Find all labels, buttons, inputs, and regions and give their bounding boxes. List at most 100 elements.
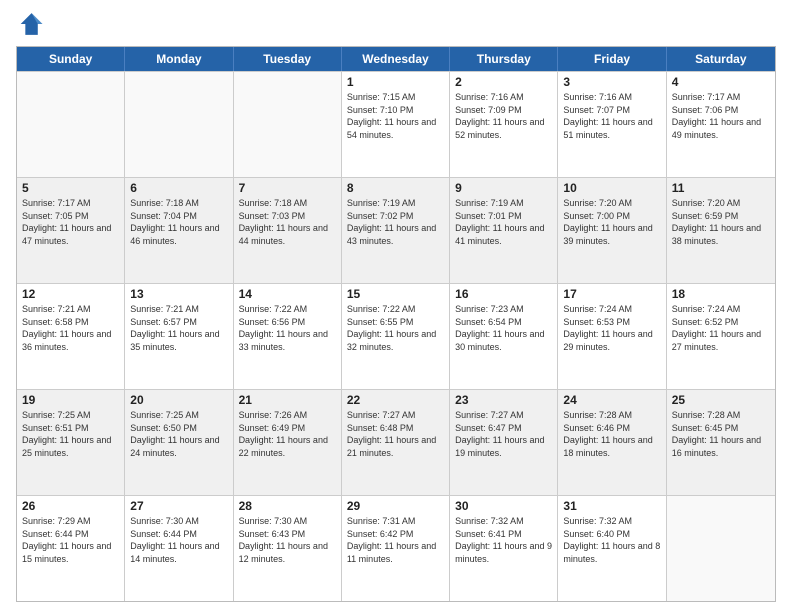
cell-info: Sunrise: 7:22 AM Sunset: 6:55 PM Dayligh… [347, 303, 444, 353]
cell-info: Sunrise: 7:19 AM Sunset: 7:01 PM Dayligh… [455, 197, 552, 247]
day-number: 30 [455, 499, 552, 513]
calendar-cell-5: 5 Sunrise: 7:17 AM Sunset: 7:05 PM Daylig… [17, 178, 125, 283]
cell-info: Sunrise: 7:24 AM Sunset: 6:52 PM Dayligh… [672, 303, 770, 353]
calendar-header: SundayMondayTuesdayWednesdayThursdayFrid… [17, 47, 775, 71]
calendar-cell-empty-0-0 [17, 72, 125, 177]
day-number: 2 [455, 75, 552, 89]
cell-info: Sunrise: 7:32 AM Sunset: 6:41 PM Dayligh… [455, 515, 552, 565]
day-number: 25 [672, 393, 770, 407]
calendar-cell-9: 9Sunrise: 7:19 AM Sunset: 7:01 PM Daylig… [450, 178, 558, 283]
calendar-cell-4: 4Sunrise: 7:17 AM Sunset: 7:06 PM Daylig… [667, 72, 775, 177]
day-number: 12 [22, 287, 119, 301]
cell-info: Sunrise: 7:30 AM Sunset: 6:44 PM Dayligh… [130, 515, 227, 565]
calendar-cell-19: 19Sunrise: 7:25 AM Sunset: 6:51 PM Dayli… [17, 390, 125, 495]
calendar-body: 1Sunrise: 7:15 AM Sunset: 7:10 PM Daylig… [17, 71, 775, 601]
calendar-cell-3: 3Sunrise: 7:16 AM Sunset: 7:07 PM Daylig… [558, 72, 666, 177]
cell-info: Sunrise: 7:16 AM Sunset: 7:09 PM Dayligh… [455, 91, 552, 141]
calendar-cell-17: 17 Sunrise: 7:24 AM Sunset: 6:53 PM Dayli… [558, 284, 666, 389]
cell-info: Sunrise: 7:21 AM Sunset: 6:58 PM Dayligh… [22, 303, 119, 353]
calendar-cell-30: 30 Sunrise: 7:32 AM Sunset: 6:41 PM Dayli… [450, 496, 558, 601]
cell-info: Sunrise: 7:25 AM Sunset: 6:50 PM Dayligh… [130, 409, 227, 459]
day-number: 15 [347, 287, 444, 301]
day-number: 17 [563, 287, 660, 301]
cell-info: Sunrise: 7:16 AM Sunset: 7:07 PM Dayligh… [563, 91, 660, 141]
calendar-cell-26: 26 Sunrise: 7:29 AM Sunset: 6:44 PM Dayli… [17, 496, 125, 601]
day-number: 8 [347, 181, 444, 195]
day-number: 11 [672, 181, 770, 195]
calendar-row-5: 26 Sunrise: 7:29 AM Sunset: 6:44 PM Dayli… [17, 495, 775, 601]
calendar-cell-20: 20 Sunrise: 7:25 AM Sunset: 6:50 PM Dayli… [125, 390, 233, 495]
weekday-header-saturday: Saturday [667, 47, 775, 71]
calendar: SundayMondayTuesdayWednesdayThursdayFrid… [16, 46, 776, 602]
calendar-cell-11: 11 Sunrise: 7:20 AM Sunset: 6:59 PM Dayli… [667, 178, 775, 283]
cell-info: Sunrise: 7:28 AM Sunset: 6:45 PM Dayligh… [672, 409, 770, 459]
calendar-cell-10: 10 Sunrise: 7:20 AM Sunset: 7:00 PM Dayli… [558, 178, 666, 283]
cell-info: Sunrise: 7:18 AM Sunset: 7:04 PM Dayligh… [130, 197, 227, 247]
day-number: 22 [347, 393, 444, 407]
weekday-header-sunday: Sunday [17, 47, 125, 71]
calendar-cell-29: 29 Sunrise: 7:31 AM Sunset: 6:42 PM Dayli… [342, 496, 450, 601]
day-number: 20 [130, 393, 227, 407]
calendar-cell-12: 12 Sunrise: 7:21 AM Sunset: 6:58 PM Dayli… [17, 284, 125, 389]
cell-info: Sunrise: 7:17 AM Sunset: 7:05 PM Dayligh… [22, 197, 119, 247]
calendar-cell-6: 6Sunrise: 7:18 AM Sunset: 7:04 PM Daylig… [125, 178, 233, 283]
cell-info: Sunrise: 7:20 AM Sunset: 6:59 PM Dayligh… [672, 197, 770, 247]
calendar-cell-empty-0-2 [234, 72, 342, 177]
weekday-header-thursday: Thursday [450, 47, 558, 71]
cell-info: Sunrise: 7:25 AM Sunset: 6:51 PM Dayligh… [22, 409, 119, 459]
calendar-cell-16: 16 Sunrise: 7:23 AM Sunset: 6:54 PM Dayli… [450, 284, 558, 389]
day-number: 18 [672, 287, 770, 301]
calendar-cell-31: 31Sunrise: 7:32 AM Sunset: 6:40 PM Dayli… [558, 496, 666, 601]
cell-info: Sunrise: 7:26 AM Sunset: 6:49 PM Dayligh… [239, 409, 336, 459]
day-number: 28 [239, 499, 336, 513]
weekday-header-friday: Friday [558, 47, 666, 71]
cell-info: Sunrise: 7:28 AM Sunset: 6:46 PM Dayligh… [563, 409, 660, 459]
day-number: 5 [22, 181, 119, 195]
calendar-cell-27: 27 Sunrise: 7:30 AM Sunset: 6:44 PM Dayli… [125, 496, 233, 601]
day-number: 10 [563, 181, 660, 195]
calendar-row-4: 19Sunrise: 7:25 AM Sunset: 6:51 PM Dayli… [17, 389, 775, 495]
day-number: 31 [563, 499, 660, 513]
day-number: 27 [130, 499, 227, 513]
calendar-cell-15: 15 Sunrise: 7:22 AM Sunset: 6:55 PM Dayli… [342, 284, 450, 389]
cell-info: Sunrise: 7:19 AM Sunset: 7:02 PM Dayligh… [347, 197, 444, 247]
weekday-header-wednesday: Wednesday [342, 47, 450, 71]
day-number: 1 [347, 75, 444, 89]
calendar-cell-18: 18 Sunrise: 7:24 AM Sunset: 6:52 PM Dayli… [667, 284, 775, 389]
cell-info: Sunrise: 7:27 AM Sunset: 6:48 PM Dayligh… [347, 409, 444, 459]
calendar-cell-1: 1Sunrise: 7:15 AM Sunset: 7:10 PM Daylig… [342, 72, 450, 177]
cell-info: Sunrise: 7:23 AM Sunset: 6:54 PM Dayligh… [455, 303, 552, 353]
calendar-row-1: 1Sunrise: 7:15 AM Sunset: 7:10 PM Daylig… [17, 71, 775, 177]
calendar-cell-21: 21 Sunrise: 7:26 AM Sunset: 6:49 PM Dayli… [234, 390, 342, 495]
cell-info: Sunrise: 7:31 AM Sunset: 6:42 PM Dayligh… [347, 515, 444, 565]
calendar-cell-25: 25 Sunrise: 7:28 AM Sunset: 6:45 PM Dayli… [667, 390, 775, 495]
calendar-cell-7: 7Sunrise: 7:18 AM Sunset: 7:03 PM Daylig… [234, 178, 342, 283]
cell-info: Sunrise: 7:20 AM Sunset: 7:00 PM Dayligh… [563, 197, 660, 247]
cell-info: Sunrise: 7:29 AM Sunset: 6:44 PM Dayligh… [22, 515, 119, 565]
cell-info: Sunrise: 7:27 AM Sunset: 6:47 PM Dayligh… [455, 409, 552, 459]
calendar-cell-28: 28 Sunrise: 7:30 AM Sunset: 6:43 PM Dayli… [234, 496, 342, 601]
logo [16, 10, 48, 38]
cell-info: Sunrise: 7:30 AM Sunset: 6:43 PM Dayligh… [239, 515, 336, 565]
calendar-cell-8: 8 Sunrise: 7:19 AM Sunset: 7:02 PM Daylig… [342, 178, 450, 283]
cell-info: Sunrise: 7:24 AM Sunset: 6:53 PM Dayligh… [563, 303, 660, 353]
cell-info: Sunrise: 7:21 AM Sunset: 6:57 PM Dayligh… [130, 303, 227, 353]
day-number: 21 [239, 393, 336, 407]
calendar-cell-13: 13 Sunrise: 7:21 AM Sunset: 6:57 PM Dayli… [125, 284, 233, 389]
day-number: 26 [22, 499, 119, 513]
calendar-cell-22: 22 Sunrise: 7:27 AM Sunset: 6:48 PM Dayli… [342, 390, 450, 495]
calendar-cell-2: 2 Sunrise: 7:16 AM Sunset: 7:09 PM Daylig… [450, 72, 558, 177]
calendar-cell-empty-0-1 [125, 72, 233, 177]
day-number: 16 [455, 287, 552, 301]
calendar-row-3: 12 Sunrise: 7:21 AM Sunset: 6:58 PM Dayli… [17, 283, 775, 389]
calendar-cell-14: 14Sunrise: 7:22 AM Sunset: 6:56 PM Dayli… [234, 284, 342, 389]
calendar-cell-23: 23Sunrise: 7:27 AM Sunset: 6:47 PM Dayli… [450, 390, 558, 495]
cell-info: Sunrise: 7:17 AM Sunset: 7:06 PM Dayligh… [672, 91, 770, 141]
calendar-cell-24: 24Sunrise: 7:28 AM Sunset: 6:46 PM Dayli… [558, 390, 666, 495]
day-number: 29 [347, 499, 444, 513]
cell-info: Sunrise: 7:22 AM Sunset: 6:56 PM Dayligh… [239, 303, 336, 353]
logo-icon [16, 10, 44, 38]
calendar-row-2: 5 Sunrise: 7:17 AM Sunset: 7:05 PM Daylig… [17, 177, 775, 283]
calendar-cell-empty-4-6 [667, 496, 775, 601]
day-number: 13 [130, 287, 227, 301]
